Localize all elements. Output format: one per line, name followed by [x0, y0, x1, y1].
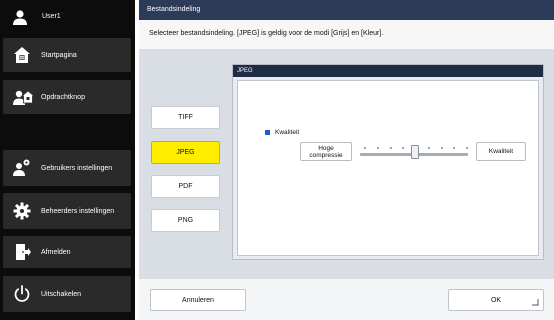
- slider-tick: [428, 147, 430, 149]
- group-title-bar: JPEG: [233, 65, 543, 77]
- slider-tick: [377, 147, 379, 149]
- page-title: Bestandsindeling: [147, 6, 201, 13]
- user-indicator: User1: [0, 0, 135, 34]
- command-icon: [13, 90, 35, 105]
- title-bar: Bestandsindeling: [139, 0, 554, 20]
- jpeg-settings-group: JPEG: [232, 64, 544, 260]
- sidebar-item-startpagina[interactable]: Startpagina: [3, 38, 131, 72]
- quality-label: Kwaliteit: [275, 129, 300, 136]
- sidebar-item-label: Startpagina: [41, 52, 77, 59]
- format-button-png[interactable]: PNG: [151, 209, 220, 232]
- quality-slider-thumb[interactable]: [411, 145, 419, 159]
- slider-tick: [441, 147, 443, 149]
- ok-button-label: OK: [490, 296, 502, 304]
- user-icon: [13, 10, 27, 25]
- quality-button[interactable]: Kwaliteit: [476, 142, 526, 161]
- sidebar-item-afmelden[interactable]: Afmelden: [3, 236, 131, 268]
- user-name: User1: [42, 13, 61, 20]
- slider-tick: [402, 147, 404, 149]
- user-settings-icon: [13, 159, 30, 176]
- high-compression-button[interactable]: Hoge compressie: [300, 142, 352, 161]
- cancel-button[interactable]: Annuleren: [150, 289, 246, 311]
- sidebar-item-uitschakelen[interactable]: Uitschakelen: [3, 276, 131, 312]
- group-title: JPEG: [237, 68, 253, 74]
- sidebar-item-opdrachtknop[interactable]: Opdrachtknop: [3, 80, 131, 114]
- group-inner-panel: [237, 80, 539, 256]
- format-button-pdf[interactable]: PDF: [151, 175, 220, 198]
- slider-tick: [390, 147, 392, 149]
- gear-icon: [13, 202, 31, 220]
- sidebar-item-label: Uitschakelen: [41, 291, 82, 298]
- sidebar-item-label: Afmelden: [41, 249, 71, 256]
- slider-tick: [453, 147, 455, 149]
- sidebar-item-label: Beheerders instellingen: [41, 208, 115, 215]
- format-button-jpeg[interactable]: JPEG: [151, 141, 220, 164]
- slider-tick: [364, 147, 366, 149]
- sidebar-item-beheerders-instellingen[interactable]: Beheerders instellingen: [3, 193, 131, 229]
- sidebar: User1 Startpagina Opdrachtknop Gebruiker…: [0, 0, 135, 320]
- instruction-text: Selecteer bestandsindeling. [JPEG] is ge…: [149, 30, 384, 37]
- power-icon: [14, 285, 30, 302]
- home-icon: [14, 47, 30, 63]
- logout-icon: [16, 244, 31, 260]
- sidebar-item-label: Opdrachtknop: [41, 94, 85, 101]
- ok-button[interactable]: OK: [448, 289, 544, 311]
- sidebar-item-label: Gebruikers instellingen: [41, 165, 113, 172]
- corner-arrow-icon: [532, 299, 539, 306]
- quality-bullet-icon: [265, 130, 270, 135]
- sidebar-item-gebruikers-instellingen[interactable]: Gebruikers instellingen: [3, 150, 131, 186]
- slider-tick: [466, 147, 468, 149]
- format-button-tiff[interactable]: TIFF: [151, 106, 220, 129]
